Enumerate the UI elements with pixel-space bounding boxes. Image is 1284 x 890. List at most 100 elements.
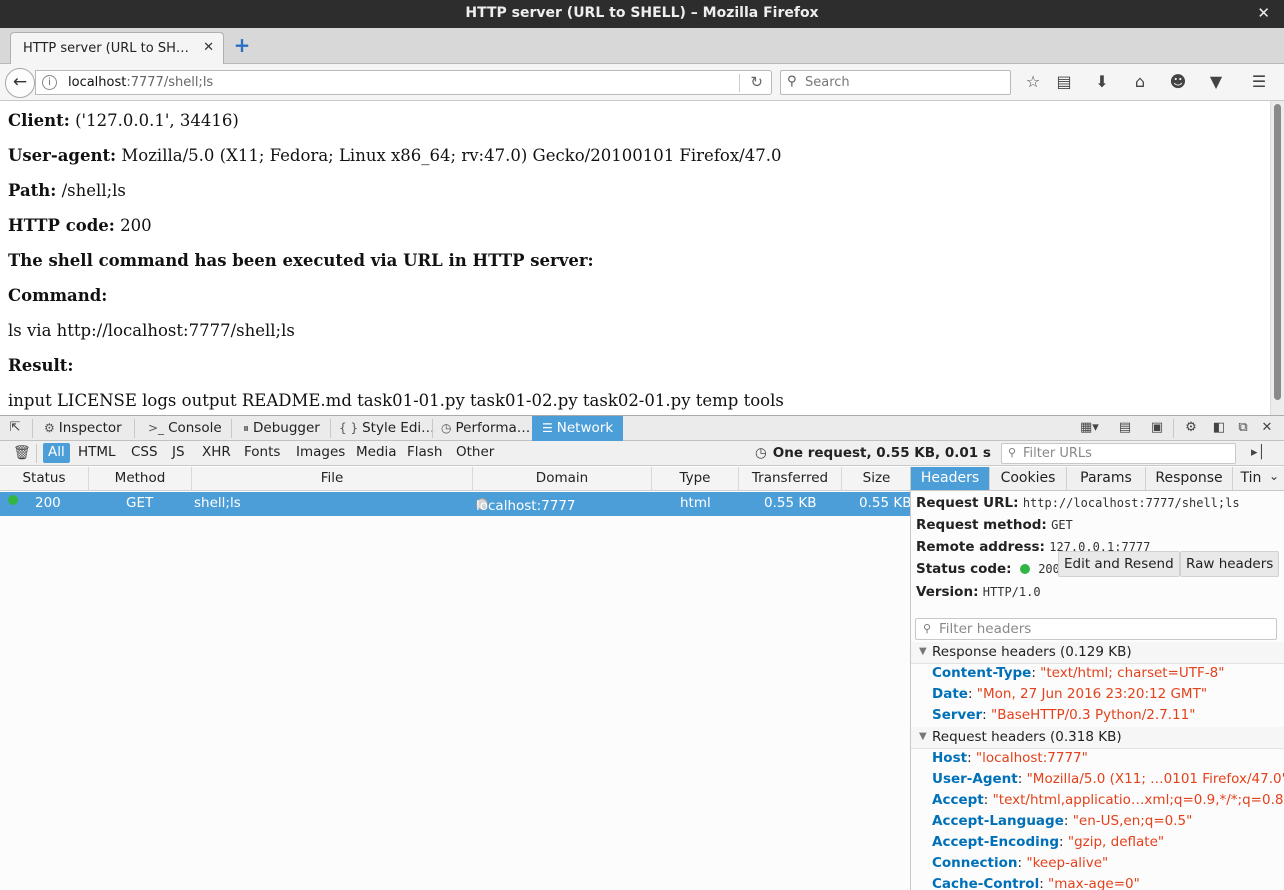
col-status[interactable]: Status — [0, 467, 89, 491]
toolbar-divider — [32, 419, 33, 438]
header-separator: : — [967, 750, 976, 766]
filter-all[interactable]: All — [43, 443, 70, 463]
filter-css[interactable]: CSS — [126, 443, 163, 463]
filter-headers-placeholder: Filter headers — [939, 621, 1032, 637]
request-headers-title: Request headers (0.318 KB) — [932, 729, 1122, 745]
toolbar-divider — [330, 419, 331, 438]
tab-response[interactable]: Response — [1146, 467, 1233, 490]
col-file[interactable]: File — [192, 467, 473, 491]
status-ok-dot — [8, 495, 18, 505]
tab-headers[interactable]: Headers — [911, 467, 990, 490]
filter-urls-input[interactable]: ⚲ Filter URLs — [1001, 443, 1236, 464]
devtools-close-icon[interactable]: ✕ — [1258, 419, 1276, 437]
filter-html[interactable]: HTML — [73, 443, 121, 463]
window-titlebar: HTTP server (URL to SHELL) – Mozilla Fir… — [0, 0, 1284, 28]
clear-trash-icon[interactable]: 🗑 — [13, 445, 31, 461]
http-code-value: 200 — [114, 216, 152, 235]
dock-side-icon[interactable]: ◧ — [1210, 419, 1228, 437]
toolbar-divider — [36, 444, 37, 463]
filter-js[interactable]: JS — [167, 443, 190, 463]
col-transferred[interactable]: Transferred — [739, 467, 842, 491]
tab-network[interactable]: ☰ Network — [532, 416, 624, 441]
request-method-line: Request method: GET — [916, 517, 1073, 533]
header-name: Host — [932, 750, 968, 766]
response-headers-section[interactable]: ▼ Response headers (0.129 KB) — [911, 642, 1284, 664]
tab-console-label: Console — [168, 420, 222, 436]
result-label: Result: — [8, 356, 74, 375]
request-header-row[interactable]: User-Agent: "Mozilla/5.0 (X11; …0101 Fir… — [932, 771, 1284, 787]
menu-icon[interactable]: ☰ — [1248, 72, 1270, 94]
request-headers-section[interactable]: ▼ Request headers (0.318 KB) — [911, 727, 1284, 749]
client-line: Client: ('127.0.0.1', 34416) — [8, 111, 239, 130]
table-row[interactable]: 200 GET shell;ls localhost:7777 html 0.5… — [0, 492, 911, 516]
status-code-line: Status code: 200… — [916, 561, 1067, 577]
request-header-row[interactable]: Cache-Control: "max-age=0" — [932, 876, 1140, 890]
tab-debugger[interactable]: ⏸ Debugger — [241, 416, 320, 441]
request-url-value: http://localhost:7777/shell;ls — [1022, 496, 1240, 510]
responsive-design-icon[interactable]: ▦▾ — [1080, 419, 1099, 437]
response-header-row[interactable]: Server: "BaseHTTP/0.3 Python/2.7.11" — [932, 707, 1195, 723]
pick-element-icon[interactable]: ⇱ — [6, 419, 24, 437]
request-header-row[interactable]: Connection: "keep-alive" — [932, 855, 1108, 871]
split-console-icon[interactable]: ▤ — [1116, 419, 1134, 437]
tab-params[interactable]: Params — [1067, 467, 1146, 490]
filter-other[interactable]: Other — [451, 443, 499, 463]
scratchpad-icon[interactable]: ▣ — [1148, 419, 1166, 437]
tab-performance[interactable]: ◷ Performa… — [439, 416, 530, 441]
filter-flash[interactable]: Flash — [402, 443, 447, 463]
site-info-icon[interactable]: i — [42, 75, 57, 90]
header-value: "Mon, 27 Jun 2016 23:20:12 GMT" — [976, 686, 1208, 702]
tab-timings[interactable]: Tin — [1233, 467, 1269, 490]
version-value: HTTP/1.0 — [982, 585, 1041, 599]
request-header-row[interactable]: Accept: "text/html,applicatio…xml;q=0.9,… — [932, 792, 1284, 808]
col-method[interactable]: Method — [89, 467, 192, 491]
tab-inspector[interactable]: ⚙ Inspector — [42, 416, 122, 441]
reload-icon[interactable]: ↻ — [750, 73, 763, 91]
tab-cookies[interactable]: Cookies — [990, 467, 1067, 490]
filter-headers-input[interactable]: ⚲ Filter headers — [915, 618, 1277, 640]
scrollbar-thumb[interactable] — [1274, 104, 1281, 400]
toggle-sidebar-icon[interactable]: ▸│ — [1251, 445, 1265, 460]
browser-tab[interactable]: HTTP server (URL to SH… ✕ — [10, 32, 224, 64]
request-header-row[interactable]: Accept-Encoding: "gzip, deflate" — [932, 834, 1164, 850]
filter-search-icon: ⚲ — [1008, 446, 1017, 459]
response-header-row[interactable]: Content-Type: "text/html; charset=UTF-8" — [932, 665, 1224, 681]
tab-console[interactable]: >_ Console — [146, 416, 222, 441]
window-close-icon[interactable]: ✕ — [1257, 0, 1270, 27]
chevron-down-icon[interactable]: ⌄ — [1269, 469, 1279, 483]
col-domain[interactable]: Domain — [473, 467, 652, 491]
filter-media[interactable]: Media — [351, 443, 402, 463]
search-bar[interactable]: ⚲ Search — [780, 70, 1011, 95]
settings-gear-icon[interactable]: ⚙ — [1182, 419, 1200, 437]
tab-debugger-label: Debugger — [253, 420, 320, 436]
new-tab-icon[interactable]: + — [233, 35, 251, 55]
undock-window-icon[interactable]: ⧉ — [1234, 419, 1252, 437]
tab-inspector-label: Inspector — [58, 420, 122, 436]
back-button[interactable]: ← — [5, 68, 35, 98]
request-header-row[interactable]: Accept-Language: "en-US,en;q=0.5" — [932, 813, 1192, 829]
performance-icon: ◷ — [441, 421, 452, 435]
request-header-row[interactable]: Host: "localhost:7777" — [932, 750, 1088, 766]
tab-close-icon[interactable]: ✕ — [203, 40, 214, 55]
col-size[interactable]: Size — [842, 467, 911, 491]
filter-fonts[interactable]: Fonts — [239, 443, 285, 463]
filter-images[interactable]: Images — [291, 443, 350, 463]
row-type: html — [680, 495, 711, 511]
home-icon[interactable]: ⌂ — [1129, 72, 1151, 94]
page-scrollbar[interactable] — [1270, 101, 1284, 415]
search-placeholder: Search — [805, 75, 850, 90]
pocket-icon[interactable]: ▼ — [1205, 72, 1227, 94]
downloads-icon[interactable]: ⬇ — [1091, 72, 1113, 94]
filter-xhr[interactable]: XHR — [197, 443, 236, 463]
url-bar[interactable]: i localhost:7777/shell;ls ↻ — [35, 70, 772, 95]
col-type[interactable]: Type — [652, 467, 739, 491]
reading-list-icon[interactable]: ▤ — [1053, 72, 1075, 94]
bookmark-star-icon[interactable]: ☆ — [1022, 72, 1044, 94]
tab-style-editor[interactable]: { } Style Edi… — [337, 416, 435, 441]
hello-icon[interactable]: ☻ — [1167, 72, 1189, 94]
response-header-row[interactable]: Date: "Mon, 27 Jun 2016 23:20:12 GMT" — [932, 686, 1207, 702]
toolbar-divider — [134, 419, 135, 438]
raw-headers-button[interactable]: Raw headers — [1180, 551, 1280, 577]
header-name: Accept-Encoding — [932, 834, 1060, 850]
edit-resend-button[interactable]: Edit and Resend — [1058, 551, 1180, 577]
